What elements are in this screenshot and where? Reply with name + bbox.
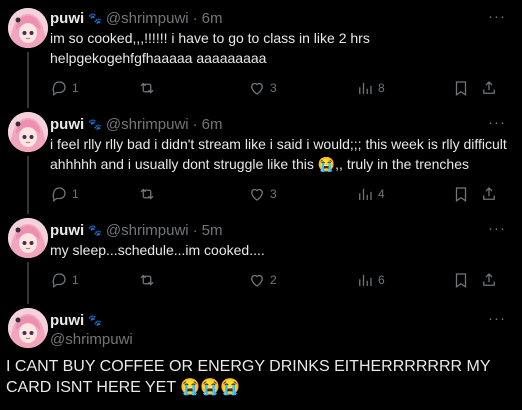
- paw-icon: 🐾: [88, 224, 102, 237]
- views-count: 8: [378, 81, 385, 95]
- repost-icon: [140, 188, 154, 200]
- share-button[interactable]: [480, 271, 498, 289]
- more-options-button[interactable]: ···: [488, 114, 506, 131]
- bookmark-button[interactable]: [452, 185, 480, 203]
- repost-button[interactable]: [138, 79, 248, 97]
- reply-icon: [52, 187, 66, 203]
- like-button[interactable]: 3: [248, 79, 356, 97]
- separator-dot: ·: [192, 115, 198, 133]
- handle[interactable]: @shrimpuwi: [106, 222, 189, 239]
- views-count: 4: [378, 187, 385, 201]
- avatar[interactable]: [8, 218, 48, 258]
- like-count: 3: [270, 81, 277, 95]
- handle[interactable]: @shrimpuwi: [50, 330, 512, 350]
- bookmark-icon: [455, 187, 467, 202]
- bookmark-icon: [455, 81, 467, 96]
- bookmark-button[interactable]: [452, 271, 480, 289]
- bookmark-icon: [455, 273, 467, 288]
- tweet-text: my sleep...schedule...im cooked....: [50, 242, 265, 258]
- reply-count: 1: [72, 187, 79, 201]
- avatar[interactable]: [8, 8, 48, 48]
- views-button[interactable]: 6: [356, 271, 452, 289]
- timestamp[interactable]: 5m: [202, 222, 223, 239]
- repost-button[interactable]: [138, 271, 248, 289]
- share-icon: [483, 187, 495, 200]
- separator-dot: ·: [192, 9, 198, 27]
- author-info: puwi 🐾 @shrimpuwi: [50, 310, 512, 350]
- repost-icon: [140, 82, 154, 94]
- reply-icon: [52, 273, 66, 289]
- reply-button[interactable]: 1: [50, 185, 138, 203]
- repost-button[interactable]: [138, 185, 248, 203]
- avatar[interactable]: [8, 112, 48, 152]
- timestamp[interactable]: 6m: [202, 10, 223, 27]
- views-icon: [359, 274, 372, 286]
- thread-line: [27, 156, 29, 214]
- more-options-button[interactable]: ···: [488, 8, 506, 25]
- reply-count: 1: [72, 273, 79, 287]
- reply-count: 1: [72, 81, 79, 95]
- tweet-header: puwi 🐾 @shrimpuwi · 5m: [50, 220, 512, 240]
- views-button[interactable]: 4: [356, 185, 452, 203]
- views-icon: [359, 82, 372, 94]
- share-button[interactable]: [480, 185, 498, 203]
- paw-icon: 🐾: [88, 314, 102, 327]
- timestamp[interactable]: 6m: [202, 116, 223, 133]
- handle[interactable]: @shrimpuwi: [106, 10, 189, 27]
- share-icon: [483, 273, 495, 286]
- separator-dot: ·: [192, 221, 198, 239]
- views-button[interactable]: 8: [356, 79, 452, 97]
- handle[interactable]: @shrimpuwi: [106, 116, 189, 133]
- tweet-header: puwi 🐾 @shrimpuwi · 6m: [50, 114, 512, 134]
- avatar-image: [8, 112, 48, 152]
- heart-icon: [251, 188, 263, 201]
- more-options-button[interactable]: ···: [488, 310, 506, 327]
- display-name[interactable]: puwi: [50, 222, 84, 239]
- share-icon: [483, 81, 495, 94]
- tweet-text: i feel rlly rlly bad i didn't stream lik…: [50, 136, 507, 172]
- tweet-actions: 1 3 4: [50, 184, 512, 204]
- heart-icon: [251, 82, 263, 95]
- thread-line: [27, 52, 29, 108]
- share-button[interactable]: [480, 79, 498, 97]
- like-button[interactable]: 3: [248, 185, 356, 203]
- views-icon: [359, 188, 372, 200]
- bookmark-button[interactable]: [452, 79, 480, 97]
- reply-button[interactable]: 1: [50, 271, 138, 289]
- avatar-image: [8, 8, 48, 48]
- tweet-actions: 1 2 6: [50, 270, 512, 290]
- display-name[interactable]: puwi: [50, 312, 84, 329]
- like-count: 3: [270, 187, 277, 201]
- reply-button[interactable]: 1: [50, 79, 138, 97]
- display-name[interactable]: puwi: [50, 116, 84, 133]
- tweet-text: im so cooked,,,!!!!!! i have to go to cl…: [50, 30, 370, 66]
- tweet-header: puwi 🐾 @shrimpuwi · 6m: [50, 8, 512, 28]
- repost-icon: [140, 274, 154, 286]
- reply-icon: [52, 81, 66, 97]
- like-count: 2: [270, 273, 277, 287]
- like-button[interactable]: 2: [248, 271, 356, 289]
- paw-icon: 🐾: [88, 118, 102, 131]
- avatar-image: [8, 218, 48, 258]
- main-tweet-text: I CANT BUY COFFEE OR ENERGY DRINKS EITHE…: [6, 358, 491, 396]
- paw-icon: 🐾: [88, 12, 102, 25]
- tweet-actions: 1 3 8: [50, 78, 512, 98]
- heart-icon: [251, 274, 263, 287]
- more-options-button[interactable]: ···: [488, 220, 506, 237]
- display-name[interactable]: puwi: [50, 10, 84, 27]
- thread-line: [27, 262, 29, 304]
- avatar-image: [8, 308, 48, 348]
- avatar[interactable]: [8, 308, 48, 348]
- views-count: 6: [378, 273, 385, 287]
